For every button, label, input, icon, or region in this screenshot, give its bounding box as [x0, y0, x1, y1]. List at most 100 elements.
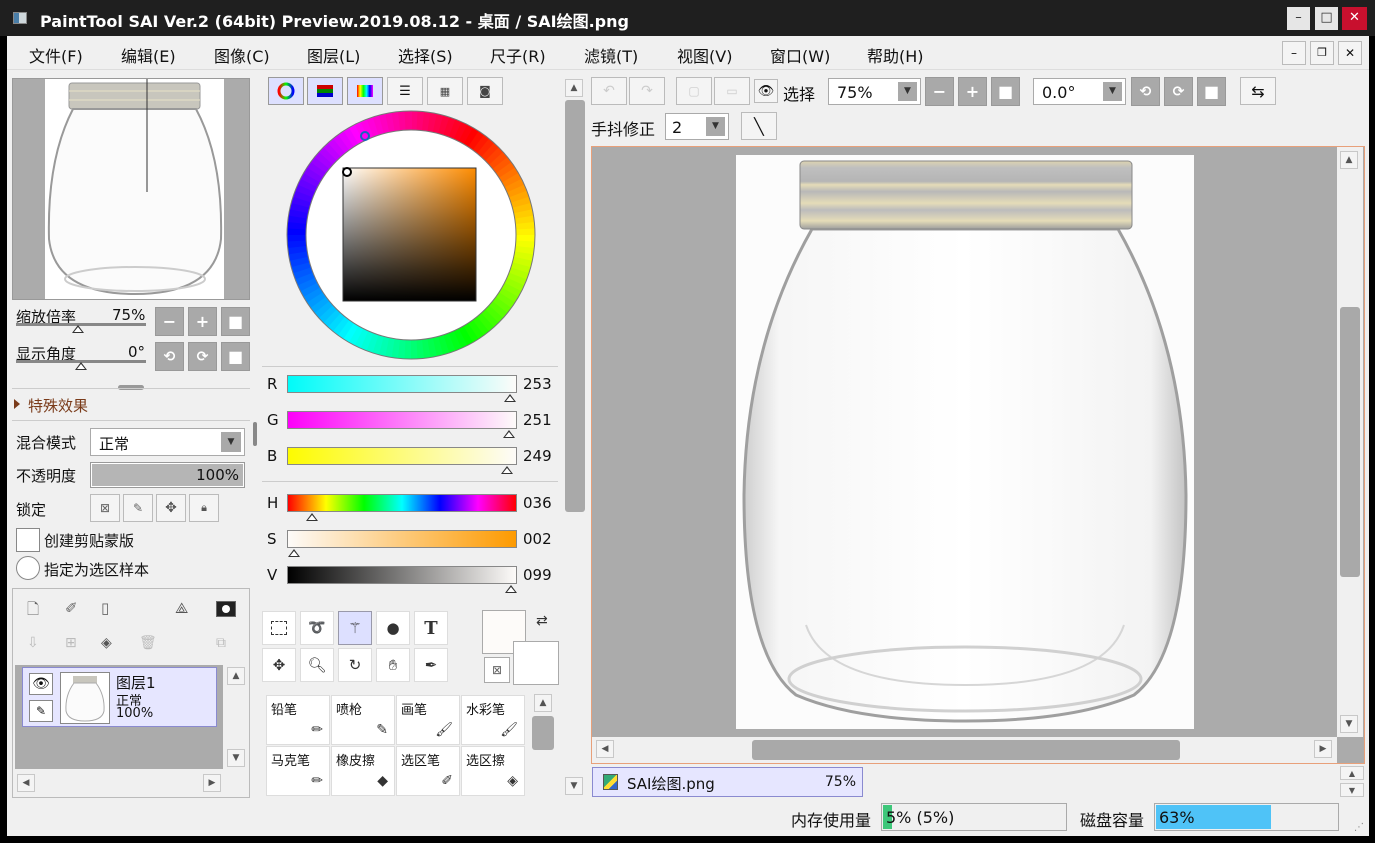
- lock-move-button[interactable]: ✥: [156, 494, 186, 522]
- new-layer-icon[interactable]: 🗋︎: [27, 599, 43, 618]
- zoom-slider-handle[interactable]: [72, 325, 84, 333]
- straight-line-button[interactable]: ╲: [741, 112, 777, 140]
- brush-scroll-thumb[interactable]: [532, 716, 554, 750]
- effects-expand-icon[interactable]: [14, 399, 20, 409]
- lasso-tool[interactable]: ➰: [300, 611, 334, 645]
- hsv-slider-2[interactable]: [287, 566, 517, 584]
- rgb-slider-handle-0[interactable]: [504, 394, 516, 402]
- menu-item-0[interactable]: 文件(F): [29, 43, 83, 67]
- rgb-slider-tab[interactable]: [307, 77, 343, 105]
- stabilizer-select[interactable]: 2 ▼: [665, 113, 729, 140]
- rotate-right-button[interactable]: ⟳: [188, 342, 217, 371]
- swatches-tab[interactable]: ▦: [427, 77, 463, 105]
- merge-down-icon[interactable]: ⇩: [27, 635, 39, 651]
- color-wheel[interactable]: [283, 110, 539, 366]
- canvas-scroll-left[interactable]: ◀: [596, 740, 614, 758]
- zoom-reset-button[interactable]: ■: [221, 307, 250, 336]
- brush-airbrush[interactable]: 喷枪 ✎: [331, 695, 395, 745]
- hsv-slider-0[interactable]: [287, 494, 517, 512]
- delete-layer-icon[interactable]: 🗑︎: [139, 635, 157, 651]
- menu-item-3[interactable]: 图层(L): [307, 43, 360, 67]
- rgb-slider-handle-2[interactable]: [501, 466, 513, 474]
- lock-all-button[interactable]: 🔒︎: [189, 494, 219, 522]
- scratchpad-tab[interactable]: ◙: [467, 77, 503, 105]
- rotate-reset-button[interactable]: ■: [221, 342, 250, 371]
- brush-pencil[interactable]: 铅笔 ✏︎: [266, 695, 330, 745]
- hsv-value-2[interactable]: 099: [523, 566, 552, 584]
- canvas-zoom-in-button[interactable]: +: [958, 77, 987, 106]
- hsv-slider-tab[interactable]: [347, 77, 383, 105]
- brush-watercolor[interactable]: 水彩笔 🖌︎: [461, 695, 525, 745]
- sv-marker[interactable]: [342, 167, 352, 177]
- shape-tool[interactable]: ●: [376, 611, 410, 645]
- rgb-slider-0[interactable]: [287, 375, 517, 393]
- canvas-document[interactable]: [736, 155, 1194, 729]
- canvas-vscroll-thumb[interactable]: [1340, 307, 1360, 577]
- canvas-angle-select[interactable]: 0.0° ▼: [1033, 78, 1126, 105]
- apply-mask-icon[interactable]: ⧉: [216, 635, 226, 651]
- hsv-slider-handle-1[interactable]: [288, 549, 300, 557]
- hsv-value-0[interactable]: 036: [523, 494, 552, 512]
- brush-selection-eraser[interactable]: 选区擦 ◈: [461, 746, 525, 796]
- layer-pen-icon[interactable]: ✎: [29, 700, 53, 722]
- redo-button[interactable]: ↷: [629, 77, 665, 105]
- panel-scroll-thumb[interactable]: [565, 100, 585, 512]
- mdi-close-button[interactable]: ✕: [1338, 41, 1362, 65]
- menu-item-9[interactable]: 帮助(H): [867, 43, 924, 67]
- rgb-slider-1[interactable]: [287, 411, 517, 429]
- panel-scroll-up[interactable]: ▲: [565, 79, 583, 97]
- rgb-value-2[interactable]: 249: [523, 447, 552, 465]
- layer-scroll-right[interactable]: ▶: [203, 774, 221, 792]
- canvas-rotate-left-button[interactable]: ⟲: [1131, 77, 1160, 106]
- magic-wand-tool[interactable]: ⚚: [338, 611, 372, 645]
- menu-item-4[interactable]: 选择(S): [398, 43, 453, 67]
- minimize-button[interactable]: –: [1287, 7, 1310, 30]
- transparent-color-icon[interactable]: ⊠: [484, 657, 510, 683]
- tab-scroll-up[interactable]: ▲: [1340, 766, 1364, 780]
- canvas-rotate-right-button[interactable]: ⟳: [1164, 77, 1193, 106]
- brush-eraser[interactable]: 橡皮擦 ◆: [331, 746, 395, 796]
- menu-item-5[interactable]: 尺子(R): [490, 43, 546, 67]
- mdi-minimize-button[interactable]: –: [1282, 41, 1306, 65]
- mixer-tab[interactable]: ☰: [387, 77, 423, 105]
- opacity-bar[interactable]: 100%: [90, 462, 245, 488]
- lock-paint-button[interactable]: ✎: [123, 494, 153, 522]
- secondary-color-swatch[interactable]: [513, 641, 559, 685]
- menu-item-6[interactable]: 滤镜(T): [584, 43, 638, 67]
- left-splitter[interactable]: [253, 422, 257, 446]
- canvas-hscroll-thumb[interactable]: [752, 740, 1180, 760]
- resize-grip-icon[interactable]: ⋰: [1354, 822, 1364, 833]
- hsv-slider-1[interactable]: [287, 530, 517, 548]
- hsv-slider-handle-2[interactable]: [505, 585, 517, 593]
- rotate-tool[interactable]: ↻: [338, 648, 372, 682]
- brush-scroll-up[interactable]: ▲: [534, 694, 552, 712]
- zoom-out-button[interactable]: −: [155, 307, 184, 336]
- zoom-in-button[interactable]: +: [188, 307, 217, 336]
- close-button[interactable]: ✕: [1342, 7, 1367, 30]
- layer-scroll-left[interactable]: ◀: [17, 774, 35, 792]
- brush-selection-pen[interactable]: 选区笔 ✐: [396, 746, 460, 796]
- angle-slider-handle[interactable]: [75, 362, 87, 370]
- tab-scroll-down[interactable]: ▼: [1340, 783, 1364, 797]
- menu-item-2[interactable]: 图像(C): [214, 43, 270, 67]
- navigator-preview[interactable]: [12, 78, 250, 300]
- hsv-value-1[interactable]: 002: [523, 530, 552, 548]
- visibility-eye-icon[interactable]: 👁︎: [29, 673, 53, 695]
- rgb-value-1[interactable]: 251: [523, 411, 552, 429]
- brush-marker[interactable]: 马克笔 ✏︎: [266, 746, 330, 796]
- canvas-rotate-reset-button[interactable]: ■: [1197, 77, 1226, 106]
- new-pen-layer-icon[interactable]: ✐: [65, 599, 78, 617]
- canvas-scroll-down[interactable]: ▼: [1340, 715, 1358, 733]
- move-tool[interactable]: ✥: [262, 648, 296, 682]
- eyedropper-tool[interactable]: ✒: [414, 648, 448, 682]
- selection-visibility-button[interactable]: 👁︎: [754, 79, 778, 103]
- text-tool[interactable]: T: [414, 611, 448, 645]
- clear-layer-icon[interactable]: ◈: [101, 635, 112, 651]
- panel-scroll-down[interactable]: ▼: [565, 777, 583, 795]
- selection-sample-checkbox[interactable]: [16, 556, 40, 580]
- layer-item[interactable]: 👁︎ ✎ 图层1 正常 100%: [22, 667, 217, 727]
- menu-item-1[interactable]: 编辑(E): [121, 43, 176, 67]
- canvas-scroll-up[interactable]: ▲: [1340, 151, 1358, 169]
- lock-transparency-button[interactable]: ⊠: [90, 494, 120, 522]
- rotate-left-button[interactable]: ⟲: [155, 342, 184, 371]
